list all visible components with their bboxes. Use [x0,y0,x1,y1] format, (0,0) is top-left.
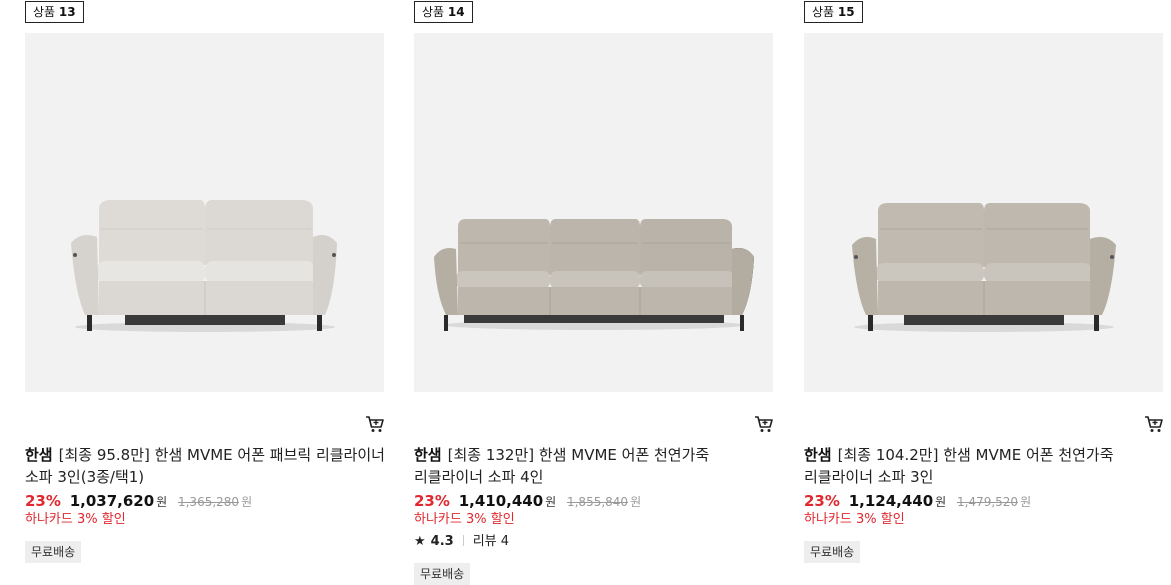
currency-label: 원 [935,495,947,509]
free-shipping-badge: 무료배송 [414,563,471,585]
product-name: [최종 104.2만] 한샘 MVME 어폰 천연가죽 리클라이너 소파 3인 [804,446,1114,486]
badge-number: 15 [837,5,855,19]
product-title[interactable]: 한샘 [최종 104.2만] 한샘 MVME 어폰 천연가죽 리클라이너 소파 3… [804,444,1164,488]
original-price: 1,479,520 [956,495,1019,509]
product-number-badge: 상품 15 [804,1,863,23]
product-title[interactable]: 한샘 [최종 95.8만] 한샘 MVME 어폰 패브릭 리클라이너 소파 3인(… [25,444,385,488]
add-to-cart-button[interactable] [365,414,385,434]
cart-icon [1145,416,1163,432]
free-shipping-badge: 무료배송 [804,541,861,563]
discount-rate: 23% [414,492,450,510]
cart-icon [755,416,773,432]
product-image[interactable] [414,33,773,392]
product-number-badge: 상품 13 [25,1,84,23]
product-brand: 한샘 [804,446,832,464]
card-discount: 하나카드 3% 할인 [414,512,515,527]
star-icon: ★ [414,534,426,549]
sale-price: 1,037,620 [69,492,155,510]
original-currency-label: 원 [1020,495,1032,509]
rating-score: 4.3 [430,534,454,549]
divider [462,535,464,546]
discount-rate: 23% [804,492,840,510]
card-discount: 하나카드 3% 할인 [804,512,905,527]
price-row: 23% 1,410,440 원 1,855,840 원 [414,491,641,512]
discount-rate: 23% [25,492,61,510]
sofa-image [852,203,1116,332]
product-brand: 한샘 [25,446,53,464]
badge-prefix: 상품 [33,5,56,19]
price-row: 23% 1,124,440 원 1,479,520 원 [804,491,1031,512]
original-currency-label: 원 [241,495,253,509]
rating-row: ★ 4.3 리뷰 4 [414,534,509,550]
sofa-image [434,219,754,331]
badge-number: 14 [447,5,465,19]
original-price: 1,365,280 [177,495,240,509]
add-to-cart-button[interactable] [1144,414,1164,434]
product-image[interactable] [25,33,384,392]
currency-label: 원 [156,495,168,509]
card-discount: 하나카드 3% 할인 [25,512,126,527]
cart-icon [366,416,384,432]
product-image[interactable] [804,33,1163,392]
currency-label: 원 [545,495,557,509]
product-title[interactable]: 한샘 [최종 132만] 한샘 MVME 어폰 천연가죽 리클라이너 소파 4인 [414,444,774,488]
product-card[interactable]: 상품 15 한샘 [최종 104.2만] 한샘 MVME 어폰 천연가죽 리클라… [804,0,1166,585]
add-to-cart-button[interactable] [754,414,774,434]
product-card[interactable]: 상품 13 한샘 [최종 95.8만] 한샘 MVME 어폰 패브릭 리클라이너… [25,0,387,585]
badge-number: 13 [58,5,76,19]
product-name: [최종 95.8만] 한샘 MVME 어폰 패브릭 리클라이너 소파 3인(3종… [25,446,385,486]
product-name: [최종 132만] 한샘 MVME 어폰 천연가죽 리클라이너 소파 4인 [414,446,710,486]
sofa-image [71,200,337,332]
review-count[interactable]: 리뷰 4 [473,534,509,549]
product-number-badge: 상품 14 [414,1,473,23]
sale-price: 1,124,440 [848,492,934,510]
badge-prefix: 상품 [812,5,835,19]
badge-prefix: 상품 [422,5,445,19]
product-card[interactable]: 상품 14 한샘 [최종 132만] 한샘 MVME 어폰 천연가죽 리클라이너… [414,0,776,585]
product-brand: 한샘 [414,446,442,464]
sale-price: 1,410,440 [458,492,544,510]
original-price: 1,855,840 [566,495,629,509]
free-shipping-badge: 무료배송 [25,541,82,563]
original-currency-label: 원 [630,495,642,509]
price-row: 23% 1,037,620 원 1,365,280 원 [25,491,252,512]
